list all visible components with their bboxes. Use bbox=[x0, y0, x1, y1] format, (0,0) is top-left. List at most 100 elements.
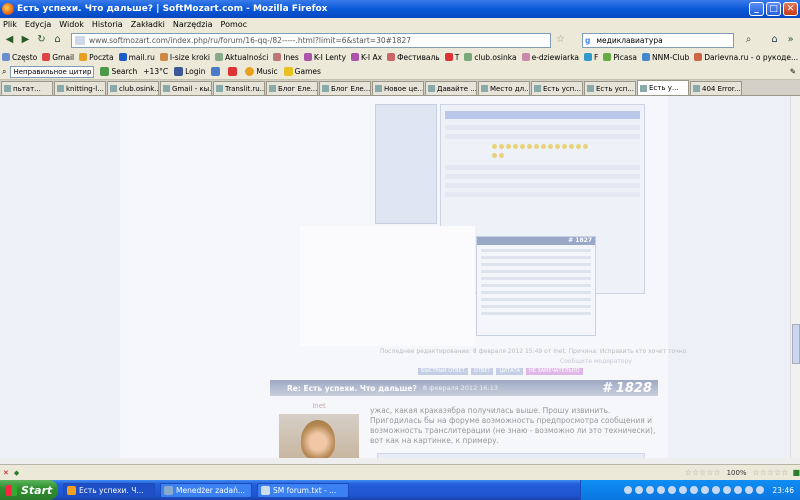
menu-historia[interactable]: Historia bbox=[92, 20, 123, 29]
scrollbar-thumb[interactable] bbox=[792, 324, 800, 364]
home-button-icon[interactable]: ⌂ bbox=[768, 34, 781, 47]
login-tool[interactable]: Login bbox=[174, 67, 205, 76]
tray-icon[interactable] bbox=[624, 486, 633, 494]
browser-tab[interactable]: Gmail - кы... bbox=[160, 81, 212, 95]
mail-tool[interactable] bbox=[211, 67, 222, 76]
tray-icon[interactable] bbox=[734, 486, 743, 494]
browser-tab[interactable]: Есть усп... bbox=[584, 81, 636, 95]
zoom-level[interactable]: 100% bbox=[727, 469, 747, 477]
bookmark-item[interactable]: Фестиваль bbox=[387, 53, 440, 62]
bookmark-item[interactable]: Aktualności bbox=[215, 53, 268, 62]
tray-icon[interactable] bbox=[646, 486, 655, 494]
bookmark-item[interactable]: T bbox=[444, 53, 459, 62]
toolbar-search-icon[interactable]: ⌕ bbox=[2, 67, 6, 77]
tray-icon[interactable] bbox=[668, 486, 677, 494]
page-content[interactable]: # 1827 Последнее редактирование: 8 февра… bbox=[0, 96, 790, 458]
browser-tab[interactable]: Новое це... bbox=[372, 81, 424, 95]
menu-chevron-icon[interactable]: » bbox=[784, 34, 797, 47]
post-number[interactable]: # 1828 bbox=[602, 381, 652, 396]
browser-tab[interactable]: Есть у... bbox=[637, 80, 689, 95]
tray-icon[interactable] bbox=[723, 486, 732, 494]
bookmark-item[interactable]: Często bbox=[2, 53, 37, 62]
tray-icon[interactable] bbox=[679, 486, 688, 494]
tray-icon[interactable] bbox=[701, 486, 710, 494]
thank-button[interactable]: НЕ ЗАМЕЧАТЕЛЬНО bbox=[526, 368, 583, 375]
forward-icon[interactable]: ▶ bbox=[19, 34, 32, 47]
tray-icon[interactable] bbox=[712, 486, 721, 494]
tray-icon[interactable] bbox=[635, 486, 644, 494]
bookmark-item[interactable]: Gmail bbox=[42, 53, 74, 62]
report-moderator-link[interactable]: Сообщите модератору bbox=[560, 358, 652, 365]
bookmark-item[interactable]: club.osinka bbox=[464, 53, 517, 62]
browser-tab[interactable]: Давайте ... bbox=[425, 81, 477, 95]
taskbar-item-task-manager[interactable]: Menedżer zadań... bbox=[160, 482, 252, 498]
close-findbar-icon[interactable]: ✕ bbox=[3, 469, 9, 477]
bookmark-item[interactable]: Ines bbox=[273, 53, 299, 62]
tray-icon[interactable] bbox=[690, 486, 699, 494]
back-icon[interactable]: ◀ bbox=[3, 34, 16, 47]
post-author[interactable]: Inet bbox=[277, 402, 361, 410]
reload-icon[interactable]: ↻ bbox=[35, 34, 48, 47]
search-field[interactable]: g медиклавиатура bbox=[582, 33, 734, 48]
bookmark-item[interactable]: e-dziewiarka bbox=[521, 53, 579, 62]
search-go-icon[interactable]: ⌕ bbox=[742, 34, 755, 47]
tray-icon[interactable] bbox=[745, 486, 754, 494]
bookmark-item[interactable]: K-I Lenty bbox=[303, 52, 347, 62]
translit-select[interactable]: Неправильное цитир bbox=[10, 65, 95, 78]
quick-reply-button[interactable]: БЫСТРЫЙ ОТВЕТ bbox=[418, 368, 468, 375]
quote-button[interactable]: ЦИТАТА bbox=[496, 368, 523, 375]
settings-wrench-icon[interactable]: ✎ bbox=[790, 67, 796, 76]
games-tool[interactable]: Games bbox=[283, 67, 321, 76]
browser-tab[interactable]: Место дл... bbox=[478, 81, 530, 95]
bookmark-star-icon[interactable]: ☆ bbox=[554, 34, 567, 47]
vertical-scrollbar[interactable] bbox=[790, 96, 800, 458]
bookmark-item[interactable]: Darievna.ru - о рукоде... bbox=[694, 53, 798, 62]
avatar[interactable] bbox=[279, 414, 359, 458]
menu-widok[interactable]: Widok bbox=[59, 20, 84, 29]
browser-tab[interactable]: Блог Еле... bbox=[266, 81, 318, 95]
window-title-bar[interactable]: Есть успехи. Что дальше? | SoftMozart.co… bbox=[0, 0, 800, 18]
tray-icon[interactable] bbox=[657, 486, 666, 494]
bookmark-item[interactable]: F bbox=[584, 53, 598, 62]
browser-tab[interactable]: Блог Еле... bbox=[319, 81, 371, 95]
browser-tab[interactable]: club.osink... bbox=[107, 81, 159, 95]
menu-plik[interactable]: Plik bbox=[3, 20, 17, 29]
taskbar-item-notepad[interactable]: SM forum.txt - ... bbox=[257, 482, 349, 498]
minimize-button[interactable]: _ bbox=[749, 2, 764, 16]
browser-tab[interactable]: пьтат... bbox=[1, 81, 53, 95]
music-tool[interactable]: Music bbox=[245, 67, 278, 76]
home-icon[interactable]: ⌂ bbox=[51, 34, 64, 47]
tab-favicon-icon bbox=[57, 85, 64, 92]
taskbar-item-firefox[interactable]: Есть успехи. Ч... bbox=[63, 482, 155, 498]
search-tool[interactable]: Search bbox=[100, 67, 137, 76]
youtube-tool[interactable] bbox=[228, 67, 239, 76]
bookmark-item[interactable]: I-size kroki bbox=[159, 53, 210, 62]
start-button[interactable]: Start bbox=[0, 480, 58, 500]
address-bar[interactable]: www.softmozart.com/index.php/ru/forum/16… bbox=[71, 33, 551, 48]
maximize-button[interactable]: □ bbox=[766, 2, 781, 16]
google-icon[interactable]: g bbox=[585, 36, 590, 45]
close-window-button[interactable]: ✕ bbox=[783, 2, 798, 16]
site-identity-icon[interactable] bbox=[75, 36, 85, 45]
status-toolbar-icon[interactable]: ◆ bbox=[14, 469, 19, 477]
bookmark-item[interactable]: Poczta bbox=[79, 53, 114, 62]
weather-widget[interactable]: +13°C bbox=[143, 67, 168, 76]
tray-icon[interactable] bbox=[756, 486, 765, 494]
bookmark-item[interactable]: NNM-Club bbox=[642, 53, 689, 62]
browser-tab[interactable]: Есть усп... bbox=[531, 81, 583, 95]
clock[interactable]: 23:46 bbox=[772, 486, 794, 495]
menu-narzedzia[interactable]: Narzędzia bbox=[173, 20, 213, 29]
status-addon-icon[interactable]: ■ bbox=[792, 468, 800, 477]
bookmark-item[interactable]: K-I Ax bbox=[351, 53, 382, 62]
browser-tab[interactable]: 404 Error... bbox=[690, 81, 742, 95]
browser-tab[interactable]: knitting-l... bbox=[54, 81, 106, 95]
bookmark-label: K-I Lenty bbox=[313, 52, 347, 62]
menu-edycja[interactable]: Edycja bbox=[25, 20, 51, 29]
reply-button[interactable]: ОТВЕТ bbox=[470, 368, 494, 375]
menu-pomoc[interactable]: Pomoc bbox=[221, 20, 248, 29]
menu-zakladki[interactable]: Zakładki bbox=[131, 20, 165, 29]
bookmark-item[interactable]: Picasa bbox=[603, 53, 637, 62]
post-title[interactable]: Re: Есть успехи. Что дальше? bbox=[287, 384, 417, 393]
bookmark-item[interactable]: mail.ru bbox=[118, 53, 155, 62]
browser-tab[interactable]: Translit.ru... bbox=[213, 81, 265, 95]
